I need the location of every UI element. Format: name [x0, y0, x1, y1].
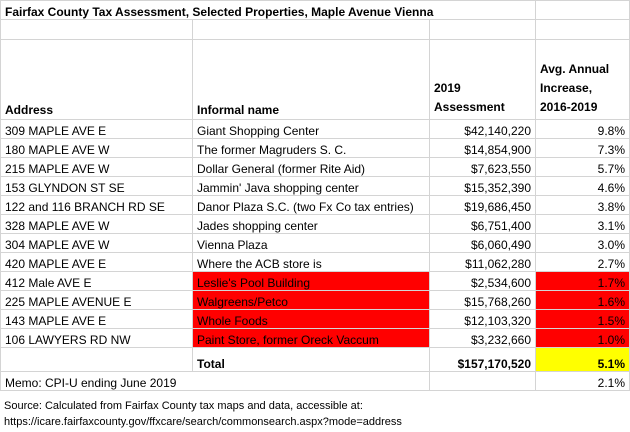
- source-url: https://icare.fairfaxcounty.gov/ffxcare/…: [4, 416, 402, 428]
- table-row: 122 and 116 BRANCH RD SE Danor Plaza S.C.…: [0, 195, 630, 215]
- assessment-cell: $12,103,320: [429, 309, 536, 329]
- address-cell: 215 MAPLE AVE W: [0, 157, 193, 177]
- address-cell: 328 MAPLE AVE W: [0, 214, 193, 234]
- increase-cell: 3.1%: [535, 214, 630, 234]
- informal-name-cell: Vienna Plaza: [192, 233, 430, 253]
- address-cell: 225 MAPLE AVENUE E: [0, 290, 193, 310]
- table-row: 143 MAPLE AVE E Whole Foods $12,103,320 1.5…: [0, 309, 630, 329]
- informal-name-cell: The former Magruders S. C.: [192, 138, 430, 158]
- total-row: Total $157,170,520 5.1%: [0, 347, 630, 372]
- address-cell: 412 Male AVE E: [0, 271, 193, 291]
- informal-name-cell: Whole Foods: [192, 309, 430, 329]
- informal-name-cell: Dollar General (former Rite Aid): [192, 157, 430, 177]
- memo-value: 2.1%: [535, 371, 630, 391]
- header-increase: Avg. Annual Increase, 2016-2019: [535, 39, 630, 120]
- increase-cell: 1.6%: [535, 290, 630, 310]
- increase-cell: 3.8%: [535, 195, 630, 215]
- informal-name-cell: Where the ACB store is: [192, 252, 430, 272]
- table-row: 420 MAPLE AVE E Where the ACB store is $11…: [0, 252, 630, 272]
- informal-name-cell: Danor Plaza S.C. (two Fx Co tax entries): [192, 195, 430, 215]
- increase-cell: 3.0%: [535, 233, 630, 253]
- total-label: Total: [192, 347, 430, 372]
- table-row: 106 LAWYERS RD NW Paint Store, former Ore…: [0, 328, 630, 348]
- address-cell: 143 MAPLE AVE E: [0, 309, 193, 329]
- source-line-1: Source: Calculated from Fairfax County t…: [4, 400, 363, 412]
- table-row: 328 MAPLE AVE W Jades shopping center $6,7…: [0, 214, 630, 234]
- memo-label: Memo: CPI-U ending June 2019: [0, 371, 430, 391]
- assessment-cell: $15,352,390: [429, 176, 536, 196]
- assessment-cell: $19,686,450: [429, 195, 536, 215]
- table-row: 153 GLYNDON ST SE Jammin' Java shopping c…: [0, 176, 630, 196]
- increase-cell: 1.5%: [535, 309, 630, 329]
- assessment-cell: $14,854,900: [429, 138, 536, 158]
- table-row: 180 MAPLE AVE W The former Magruders S. C…: [0, 138, 630, 158]
- increase-cell: 1.7%: [535, 271, 630, 291]
- increase-cell: 4.6%: [535, 176, 630, 196]
- memo-row: Memo: CPI-U ending June 2019 2.1%: [0, 371, 630, 391]
- table-row: 225 MAPLE AVENUE E Walgreens/Petco $15,768…: [0, 290, 630, 310]
- increase-cell: 5.7%: [535, 157, 630, 177]
- address-cell: 304 MAPLE AVE W: [0, 233, 193, 253]
- increase-cell: 9.8%: [535, 119, 630, 139]
- increase-cell: 7.3%: [535, 138, 630, 158]
- informal-name-cell: Walgreens/Petco: [192, 290, 430, 310]
- table-row: 412 Male AVE E Leslie's Pool Building $2,5…: [0, 271, 630, 291]
- header-informal-name: Informal name: [192, 39, 430, 120]
- total-assessment: $157,170,520: [429, 347, 536, 372]
- assessment-cell: $2,534,600: [429, 271, 536, 291]
- total-increase: 5.1%: [535, 347, 630, 372]
- sheet-title: Fairfax County Tax Assessment, Selected …: [0, 0, 536, 20]
- informal-name-cell: Jades shopping center: [192, 214, 430, 234]
- assessment-cell: $42,140,220: [429, 119, 536, 139]
- informal-name-cell: Paint Store, former Oreck Vaccum: [192, 328, 430, 348]
- assessment-cell: $6,060,490: [429, 233, 536, 253]
- assessment-cell: $11,062,280: [429, 252, 536, 272]
- assessment-table: Fairfax County Tax Assessment, Selected …: [0, 0, 630, 391]
- header-row: Address Informal name 2019 Assessment Av…: [0, 39, 630, 120]
- title-row: Fairfax County Tax Assessment, Selected …: [0, 0, 630, 20]
- increase-cell: 1.0%: [535, 328, 630, 348]
- address-cell: 180 MAPLE AVE W: [0, 138, 193, 158]
- blank-row: [0, 19, 630, 40]
- assessment-cell: $3,232,660: [429, 328, 536, 348]
- address-cell: 153 GLYNDON ST SE: [0, 176, 193, 196]
- source-note: Source: Calculated from Fairfax County t…: [4, 398, 402, 430]
- assessment-cell: $15,768,260: [429, 290, 536, 310]
- increase-cell: 2.7%: [535, 252, 630, 272]
- informal-name-cell: Jammin' Java shopping center: [192, 176, 430, 196]
- address-cell: 106 LAWYERS RD NW: [0, 328, 193, 348]
- table-row: 304 MAPLE AVE W Vienna Plaza $6,060,490 3.0…: [0, 233, 630, 253]
- header-address: Address: [0, 39, 193, 120]
- address-cell: 420 MAPLE AVE E: [0, 252, 193, 272]
- assessment-cell: $6,751,400: [429, 214, 536, 234]
- header-assessment: 2019 Assessment: [429, 39, 536, 120]
- informal-name-cell: Leslie's Pool Building: [192, 271, 430, 291]
- address-cell: 122 and 116 BRANCH RD SE: [0, 195, 193, 215]
- assessment-cell: $7,623,550: [429, 157, 536, 177]
- table-row: 309 MAPLE AVE E Giant Shopping Center $42,…: [0, 119, 630, 139]
- table-row: 215 MAPLE AVE W Dollar General (former Ri…: [0, 157, 630, 177]
- informal-name-cell: Giant Shopping Center: [192, 119, 430, 139]
- empty-cell: [535, 0, 630, 20]
- address-cell: 309 MAPLE AVE E: [0, 119, 193, 139]
